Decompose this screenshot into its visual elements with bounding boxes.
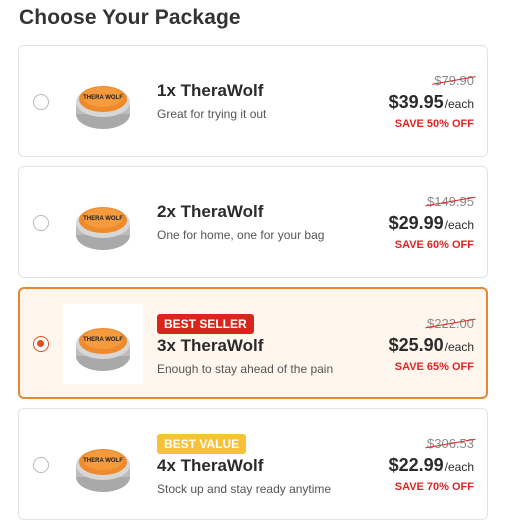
package-option-3x[interactable]: THERA WOLF BEST SELLER 3x TheraWolf Enou… xyxy=(18,287,488,399)
original-price: $79.90 xyxy=(432,73,476,88)
tin-label: THERA WOLF xyxy=(83,95,123,101)
package-name: 4x TheraWolf xyxy=(157,456,264,475)
discount-label: SAVE 65% OFF xyxy=(394,361,474,373)
balm-tin-icon: THERA WOLF xyxy=(76,449,130,492)
package-name: 2x TheraWolf xyxy=(157,202,264,221)
original-price: $149.95 xyxy=(425,194,476,209)
package-option-1x[interactable]: THERA WOLF 1x TheraWolf Great for trying… xyxy=(18,45,488,157)
package-radio[interactable] xyxy=(33,215,49,231)
balm-tin-icon: THERA WOLF xyxy=(76,328,130,371)
discount-label: SAVE 60% OFF xyxy=(394,239,474,251)
best-seller-badge: BEST SELLER xyxy=(157,314,254,334)
product-thumbnail: THERA WOLF xyxy=(63,183,143,263)
package-name: 1x TheraWolf xyxy=(157,81,264,100)
unit-price: $25.90 xyxy=(388,335,444,355)
per-unit-label: /each xyxy=(444,97,474,111)
package-radio[interactable] xyxy=(33,457,49,473)
per-unit-label: /each xyxy=(444,340,474,354)
tin-label: THERA WOLF xyxy=(83,337,123,343)
package-description: One for home, one for your bag xyxy=(157,228,325,242)
tin-label: THERA WOLF xyxy=(83,216,123,222)
product-thumbnail: THERA WOLF xyxy=(63,62,143,142)
best-value-badge: BEST VALUE xyxy=(157,434,247,454)
original-price: $222.00 xyxy=(425,316,476,331)
package-option-4x[interactable]: THERA WOLF BEST VALUE 4x TheraWolf Stock… xyxy=(18,408,488,520)
unit-price: $29.99 xyxy=(388,213,444,233)
package-radio[interactable] xyxy=(33,94,49,110)
product-thumbnail: THERA WOLF xyxy=(63,304,143,384)
package-description: Great for trying it out xyxy=(157,107,267,121)
unit-price: $39.95 xyxy=(388,92,444,112)
package-radio[interactable] xyxy=(33,336,49,352)
tin-label: THERA WOLF xyxy=(83,458,123,464)
radio-dot xyxy=(37,340,44,347)
per-unit-label: /each xyxy=(444,218,474,232)
package-description: Enough to stay ahead of the pain xyxy=(157,362,334,376)
unit-price: $22.99 xyxy=(388,455,444,475)
per-unit-label: /each xyxy=(444,460,474,474)
page-title: Choose Your Package xyxy=(19,6,241,29)
original-price: $306.53 xyxy=(425,436,476,451)
balm-tin-icon: THERA WOLF xyxy=(76,86,130,129)
package-name: 3x TheraWolf xyxy=(157,336,264,355)
discount-label: SAVE 50% OFF xyxy=(394,118,474,130)
balm-tin-icon: THERA WOLF xyxy=(76,207,130,250)
package-option-2x[interactable]: THERA WOLF 2x TheraWolf One for home, on… xyxy=(18,166,488,278)
discount-label: SAVE 70% OFF xyxy=(394,481,474,493)
product-thumbnail: THERA WOLF xyxy=(63,425,143,505)
package-description: Stock up and stay ready anytime xyxy=(157,482,332,496)
